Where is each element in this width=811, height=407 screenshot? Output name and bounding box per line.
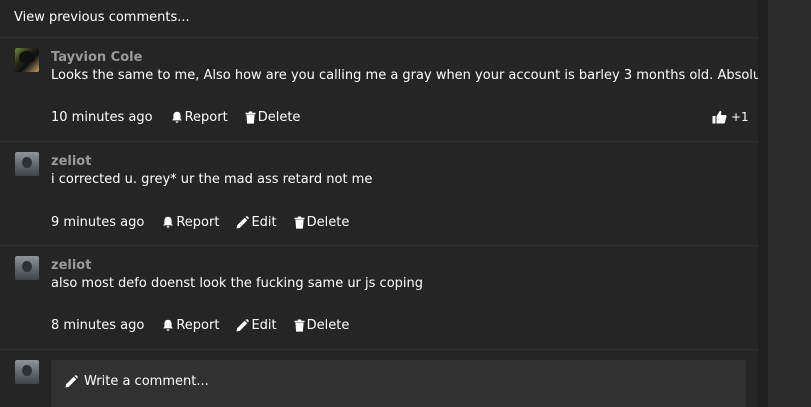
comments-panel: View previous comments... Tayvion Cole L… [0, 0, 758, 407]
avatar[interactable] [15, 256, 39, 280]
pencil-icon [65, 375, 78, 388]
avatar[interactable] [15, 152, 39, 176]
write-comment-input[interactable]: Write a comment... [51, 360, 746, 407]
delete-label: Delete [306, 214, 350, 230]
trash-icon [294, 319, 305, 332]
edit-button[interactable]: Edit [236, 214, 277, 230]
edit-button[interactable]: Edit [236, 317, 277, 333]
avatar[interactable] [15, 48, 39, 72]
thumbs-up-icon [712, 110, 727, 124]
comment-text: Looks the same to me, Also how are you c… [51, 68, 758, 83]
bell-icon [171, 111, 182, 123]
comments-page: View previous comments... Tayvion Cole L… [0, 0, 811, 407]
like-button[interactable]: +1 [712, 108, 749, 126]
divider [0, 37, 758, 38]
trash-icon [245, 111, 256, 124]
edit-label: Edit [251, 317, 277, 333]
comment-author[interactable]: zeliot [51, 154, 91, 169]
divider [0, 141, 758, 142]
delete-button[interactable]: Delete [245, 109, 301, 125]
delete-button[interactable]: Delete [294, 317, 350, 333]
bell-icon [163, 319, 174, 331]
report-label: Report [176, 317, 220, 333]
delete-label: Delete [306, 317, 350, 333]
panel-gutter [758, 0, 768, 407]
comment-text: also most defo doenst look the fucking s… [51, 276, 424, 291]
comment-timestamp: 9 minutes ago [51, 214, 145, 230]
pencil-icon [236, 215, 250, 228]
comment-actions: 10 minutes ago Report Delete [51, 108, 317, 126]
trash-icon [294, 216, 305, 229]
comment-timestamp: 10 minutes ago [51, 109, 153, 125]
right-sidebar [768, 0, 811, 407]
report-button[interactable]: Report [162, 318, 219, 333]
current-user-avatar [15, 360, 39, 384]
write-comment-placeholder: Write a comment... [84, 374, 209, 389]
delete-label: Delete [257, 109, 301, 125]
comment-text: i corrected u. grey* ur the mad ass reta… [51, 172, 373, 187]
comment-actions: 8 minutes ago Report Edit Delete [51, 316, 366, 334]
comment-author[interactable]: Tayvion Cole [51, 50, 142, 65]
edit-label: Edit [251, 214, 277, 230]
pencil-icon [236, 318, 250, 331]
view-previous-comments-link[interactable]: View previous comments... [14, 10, 190, 25]
divider [0, 349, 758, 350]
report-label: Report [184, 109, 228, 125]
bell-icon [163, 216, 174, 228]
divider [0, 245, 758, 246]
comment-actions: 9 minutes ago Report Edit Delete [51, 213, 366, 231]
comment-timestamp: 8 minutes ago [51, 317, 145, 333]
report-button[interactable]: Report [162, 215, 219, 230]
report-label: Report [176, 214, 220, 230]
comment-author[interactable]: zeliot [51, 258, 91, 273]
report-button[interactable]: Report [171, 110, 228, 125]
delete-button[interactable]: Delete [294, 214, 350, 230]
like-count: +1 [731, 110, 749, 124]
